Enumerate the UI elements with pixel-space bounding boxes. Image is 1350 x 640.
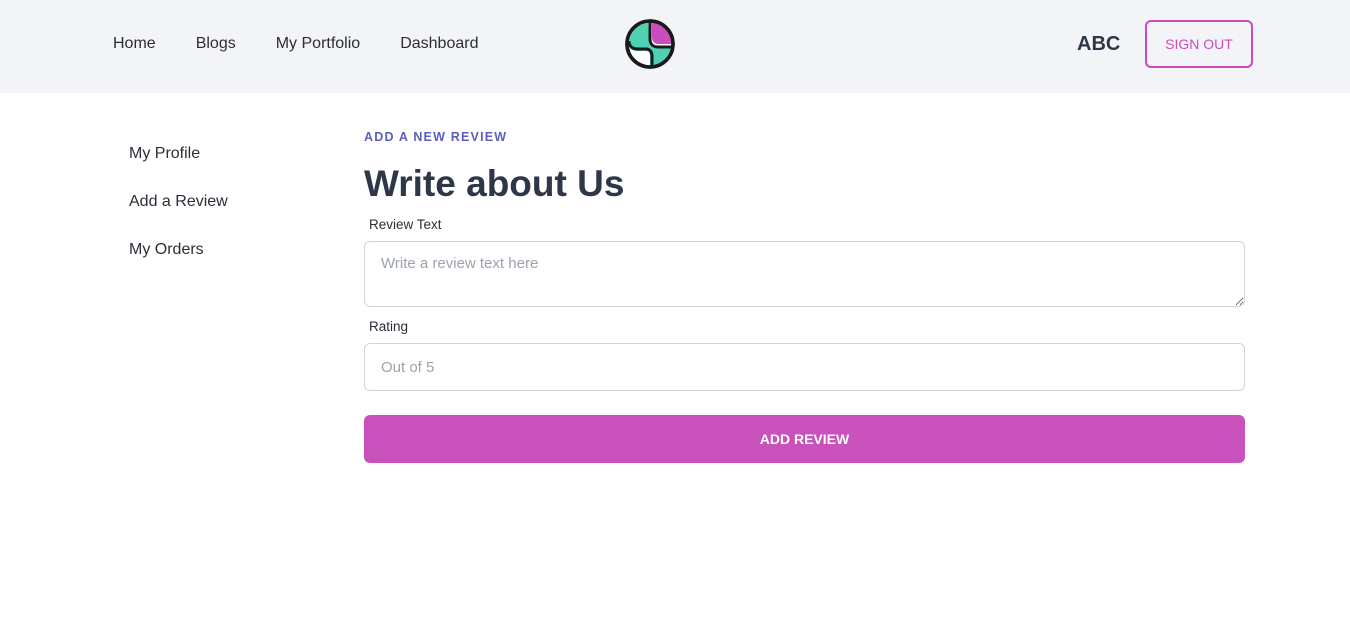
review-text-field[interactable]: [364, 241, 1245, 307]
sidebar-item-add-review[interactable]: Add a Review: [129, 192, 228, 240]
review-text-label: Review Text: [369, 217, 442, 232]
review-form: ADD A NEW REVIEW Write about Us Review T…: [364, 130, 1245, 463]
sign-out-button[interactable]: SIGN OUT: [1145, 20, 1253, 68]
form-eyebrow: ADD A NEW REVIEW: [364, 130, 508, 144]
logo-icon[interactable]: [625, 19, 675, 69]
sidebar: My Profile Add a Review My Orders: [129, 144, 228, 288]
nav-portfolio-link[interactable]: My Portfolio: [276, 35, 360, 53]
rating-label: Rating: [369, 319, 409, 334]
page-title: Write about Us: [364, 163, 625, 204]
rating-field[interactable]: [364, 343, 1245, 391]
nav-home-link[interactable]: Home: [113, 35, 156, 53]
main-nav: Home Blogs My Portfolio Dashboard: [113, 0, 478, 88]
nav-dashboard-link[interactable]: Dashboard: [400, 35, 478, 53]
user-name: ABC: [1077, 33, 1121, 55]
sidebar-item-my-profile[interactable]: My Profile: [129, 144, 228, 192]
add-review-button[interactable]: ADD REVIEW: [364, 415, 1245, 463]
sidebar-item-my-orders[interactable]: My Orders: [129, 240, 228, 288]
nav-blogs-link[interactable]: Blogs: [196, 35, 236, 53]
top-header: Home Blogs My Portfolio Dashboard ABC SI…: [0, 0, 1350, 93]
